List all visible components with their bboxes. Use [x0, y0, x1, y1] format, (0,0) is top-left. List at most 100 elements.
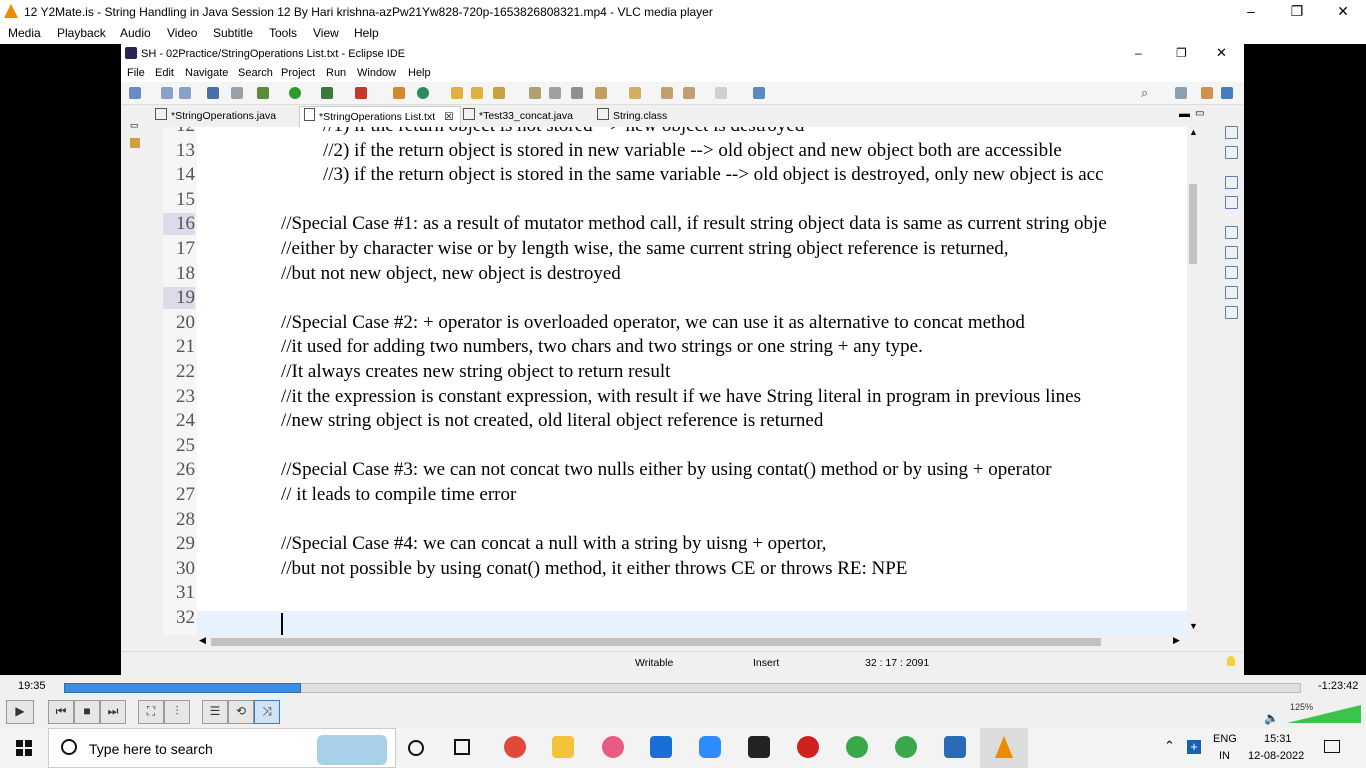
stop-button[interactable]: ■: [74, 700, 100, 724]
search-tool-icon[interactable]: [493, 87, 505, 99]
next-button[interactable]: ⏭: [100, 700, 126, 724]
springtool-icon[interactable]: [846, 736, 868, 758]
menu-help[interactable]: Help: [354, 26, 379, 40]
springtool-2-icon[interactable]: [895, 736, 917, 758]
tip-lightbulb-icon[interactable]: [1227, 656, 1235, 666]
text-editor[interactable]: 1213141516171819202122232425262728293031…: [163, 127, 1187, 635]
save-icon[interactable]: [161, 87, 173, 99]
extended-settings-button[interactable]: ⫶: [164, 700, 190, 724]
snipping-tool-icon[interactable]: [602, 736, 624, 758]
eclipse-menu-navigate[interactable]: Navigate: [185, 67, 228, 79]
maximize-button[interactable]: ❐: [1274, 0, 1320, 24]
sticky-notes-icon[interactable]: [748, 736, 770, 758]
open-type-icon[interactable]: [451, 87, 463, 99]
skip-breakpoints-icon[interactable]: [231, 87, 243, 99]
play-button[interactable]: ▶: [6, 700, 34, 724]
debug-icon[interactable]: [257, 87, 269, 99]
input-region[interactable]: IN: [1219, 750, 1230, 762]
scroll-up-icon[interactable]: ▲: [1189, 127, 1198, 137]
eclipse-minimize-icon[interactable]: –: [1135, 46, 1142, 60]
restore-right-3-icon[interactable]: [1225, 226, 1238, 239]
eclipse-menu-help[interactable]: Help: [408, 67, 431, 79]
show-hidden-icons-icon[interactable]: ⌃: [1164, 738, 1175, 754]
java-perspective-icon[interactable]: [1221, 87, 1233, 99]
close-tab-icon[interactable]: ☒: [444, 111, 453, 123]
toggle-breadcrumb-icon[interactable]: [529, 87, 541, 99]
previous-button[interactable]: ⏮: [48, 700, 74, 724]
notifications-icon[interactable]: [1324, 740, 1340, 753]
coverage-icon[interactable]: [321, 87, 333, 99]
chrome-icon[interactable]: [504, 736, 526, 758]
tab-stringoperations-list-txt[interactable]: *StringOperations List.txt ☒: [299, 106, 461, 127]
eclipse-close-icon[interactable]: ✕: [1216, 45, 1227, 61]
problems-icon[interactable]: [1225, 246, 1238, 259]
windows-start-icon[interactable]: [16, 740, 32, 756]
package-explorer-icon[interactable]: [130, 138, 140, 148]
maximize-editor-icon[interactable]: ▭: [1195, 108, 1204, 119]
horizontal-scroll-thumb[interactable]: [211, 638, 1101, 646]
photos-icon[interactable]: [944, 736, 966, 758]
vlc-taskbar-active[interactable]: [980, 728, 1028, 768]
forward-icon[interactable]: [715, 87, 727, 99]
declaration-icon[interactable]: [1225, 286, 1238, 299]
next-annotation-icon[interactable]: [595, 87, 607, 99]
minimize-button[interactable]: –: [1228, 0, 1274, 24]
back-icon[interactable]: [661, 87, 673, 99]
tab-stringoperations-java[interactable]: *StringOperations.java: [153, 106, 289, 126]
eclipse-menu-edit[interactable]: Edit: [155, 67, 174, 79]
restore-right-2-icon[interactable]: [1225, 176, 1238, 189]
eclipse-menu-file[interactable]: File: [127, 67, 145, 79]
menu-audio[interactable]: Audio: [120, 26, 151, 40]
eclipse-menu-window[interactable]: Window: [357, 67, 396, 79]
playlist-button[interactable]: ☰: [202, 700, 228, 724]
hierarchy-icon[interactable]: [1225, 196, 1238, 209]
new-java-project-icon[interactable]: [393, 87, 405, 99]
outline-icon[interactable]: [1225, 146, 1238, 159]
clock-time[interactable]: 15:31: [1264, 733, 1292, 745]
minimize-editor-icon[interactable]: ▬: [1179, 108, 1190, 120]
eclipse-maximize-icon[interactable]: ❐: [1176, 46, 1187, 60]
javadoc-icon[interactable]: [1225, 266, 1238, 279]
loop-button[interactable]: ⟲: [228, 700, 254, 724]
block-selection-icon[interactable]: [549, 87, 561, 99]
save-all-icon[interactable]: [179, 87, 191, 99]
terminal-icon[interactable]: [207, 87, 219, 99]
new-icon[interactable]: [129, 87, 141, 99]
fullscreen-button[interactable]: ⛶: [138, 700, 164, 724]
eclipse-menu-search[interactable]: Search: [238, 67, 273, 79]
console-icon[interactable]: [1225, 306, 1238, 319]
cortana-icon[interactable]: [408, 740, 424, 756]
last-edit-icon[interactable]: [629, 87, 641, 99]
restore-right-icon[interactable]: [1225, 126, 1238, 139]
eclipse-menu-project[interactable]: Project: [281, 67, 315, 79]
menu-media[interactable]: Media: [8, 26, 41, 40]
menu-subtitle[interactable]: Subtitle: [213, 26, 253, 40]
tab-test33-concat-java[interactable]: *Test33_concat.java: [461, 106, 591, 126]
search-icon[interactable]: ⌕: [1141, 85, 1148, 101]
zoom-icon[interactable]: [699, 736, 721, 758]
menu-video[interactable]: Video: [167, 26, 197, 40]
back-nav-icon[interactable]: [683, 87, 695, 99]
random-button[interactable]: ⤨: [254, 700, 280, 724]
eclipse-menu-run[interactable]: Run: [326, 67, 346, 79]
close-button[interactable]: ✕: [1320, 0, 1366, 24]
menu-view[interactable]: View: [313, 26, 339, 40]
scroll-right-icon[interactable]: ▶: [1173, 635, 1180, 646]
vertical-scroll-thumb[interactable]: [1189, 184, 1197, 264]
pin-editor-icon[interactable]: [753, 87, 765, 99]
java-ee-perspective-icon[interactable]: [1201, 87, 1213, 99]
input-language[interactable]: ENG: [1213, 733, 1237, 745]
menu-playback[interactable]: Playback: [57, 26, 106, 40]
open-perspective-icon[interactable]: [1175, 87, 1187, 99]
task-view-icon[interactable]: [454, 739, 470, 755]
remaining-time[interactable]: -1:23:42: [1318, 680, 1358, 692]
network-plus-icon[interactable]: +: [1187, 740, 1201, 754]
volume-speaker-icon[interactable]: 🔈: [1264, 711, 1279, 725]
scroll-left-icon[interactable]: ◀: [199, 635, 206, 646]
scroll-down-icon[interactable]: ▼: [1189, 621, 1198, 631]
run-icon[interactable]: [289, 87, 301, 99]
new-class-icon[interactable]: [417, 87, 429, 99]
show-whitespace-icon[interactable]: [571, 87, 583, 99]
open-task-icon[interactable]: [471, 87, 483, 99]
external-tools-icon[interactable]: [355, 87, 367, 99]
